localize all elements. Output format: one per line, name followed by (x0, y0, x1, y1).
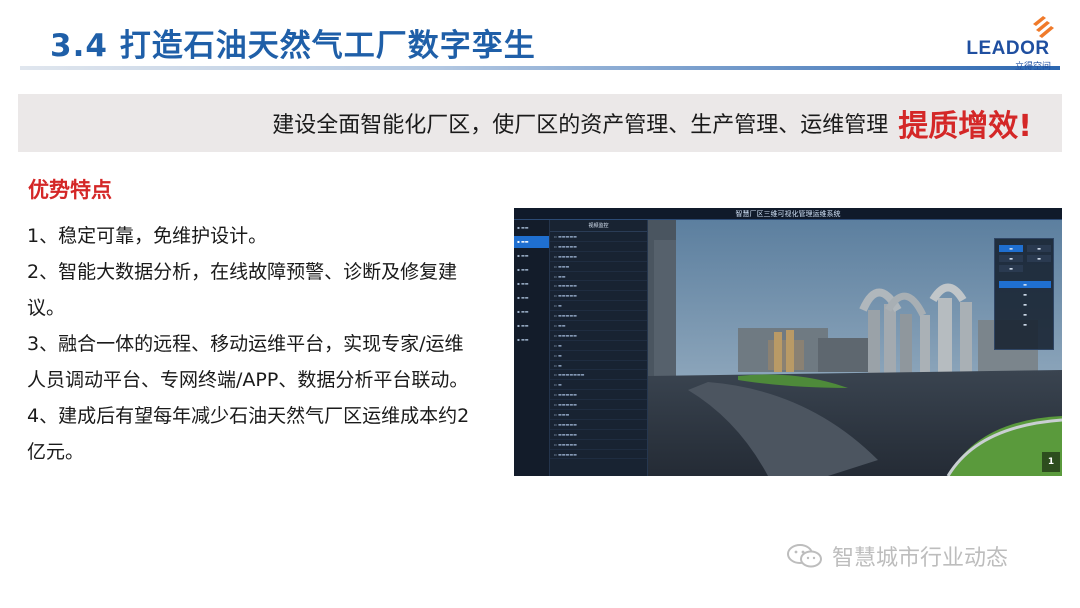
floor-tag: ▬ (1023, 292, 1027, 297)
watermark-text: 智慧城市行业动态 (832, 546, 1009, 571)
floor-tag: ▬ (999, 281, 1051, 288)
sidebar-item: ▪ ▬▬ (517, 225, 529, 230)
screenshot-counter: 1 (1042, 452, 1060, 472)
headline-banner: 建设全面智能化厂区，使厂区的资产管理、生产管理、运维管理 提质增效! (18, 94, 1062, 152)
sidebar-item: ▪ ▬▬ (517, 309, 529, 314)
screenshot-sidebar: ▪ ▬▬ ▪ ▬▬ ▪ ▬▬ ▪ ▬▬ ▪ ▬▬ ▪ ▬▬ ▪ ▬▬ ▪ ▬▬ … (514, 220, 550, 476)
wechat-icon (787, 544, 822, 568)
camera-list-item: ▫ ▬▬▬▬▬ (550, 242, 647, 252)
camera-list-item: ▫ ▬▬▬▬▬ (550, 400, 647, 411)
camera-list-item: ▫ ▬▬▬▬▬ (550, 420, 647, 430)
floor-tag: ▬ (1027, 255, 1051, 262)
screenshot-title: 智慧厂区三维可视化管理运维系统 (735, 210, 841, 218)
screenshot-titlebar: 智慧厂区三维可视化管理运维系统 (514, 208, 1062, 220)
logo-wordmark: LEADOR (966, 38, 1050, 59)
sidebar-item: ▪ ▬▬ (517, 323, 529, 328)
camera-list-item: ▫ ▬▬▬▬▬ (550, 450, 647, 460)
page-title: 3.4 打造石油天然气工厂数字孪生 (50, 28, 536, 64)
camera-list-item: ▫ ▬▬▬ (550, 262, 647, 272)
floor-tag: ▬ (1023, 302, 1027, 307)
camera-list-item: ▫ ▬▬▬▬▬ (550, 252, 647, 262)
logo-subtitle: 立得空间 (1014, 62, 1051, 72)
camera-list-item: ▫ ▬ (550, 380, 647, 391)
sidebar-item: ▪ ▬▬ (517, 267, 529, 272)
camera-list-item: ▫ ▬▬▬▬▬▬▬ (550, 370, 647, 381)
floor-selector-panel: ▬ ▬ ▬ ▬ ▬ ▬ ▬ ▬ ▬ ▬ (994, 238, 1054, 350)
camera-list-panel: 视频监控 ▫ ▬▬▬▬▬ ▫ ▬▬▬▬▬ ▫ ▬▬▬▬▬ ▫ ▬▬▬ ▫ ▬▬ … (550, 220, 648, 476)
list-item: 4、建成后有望每年减少石油天然气厂区运维成本约2亿元。 (27, 405, 470, 463)
system-screenshot: 智慧厂区三维可视化管理运维系统 ▪ ▬▬ ▪ ▬▬ ▪ ▬▬ ▪ ▬▬ ▪ ▬▬… (514, 208, 1062, 476)
floor-tag: ▬ (999, 245, 1023, 252)
watermark: 智慧城市行业动态 (786, 540, 1008, 572)
camera-list-item: ▫ ▬▬▬▬▬ (550, 232, 647, 242)
sidebar-item: ▪ ▬▬ (517, 253, 529, 258)
camera-list-item: ▫ ▬ (550, 341, 647, 351)
list-item: 3、融合一体的远程、移动运维平台，实现专家/运维人员调动平台、专网终端/APP、… (27, 333, 469, 391)
sidebar-item: ▪ ▬▬ (517, 295, 529, 300)
floor-tag: ▬ (999, 255, 1023, 262)
sidebar-item: ▪ ▬▬ (517, 337, 529, 342)
camera-list-item: ▫ ▬▬▬▬▬ (550, 440, 647, 450)
sidebar-item-active: ▪ ▬▬ (514, 236, 549, 248)
advantage-list: 1、稳定可靠，免维护设计。 2、智能大数据分析，在线故障预警、诊断及修复建议。 … (27, 218, 482, 470)
camera-list-item: ▫ ▬▬▬ (550, 410, 647, 420)
camera-list-item: ▫ ▬▬▬▬▬ (550, 281, 647, 292)
floor-tag: ▬ (999, 265, 1023, 272)
camera-list-item: ▫ ▬ (550, 351, 647, 361)
camera-list-item: ▫ ▬ (550, 361, 647, 371)
title-divider (20, 66, 1060, 70)
camera-list-header: 视频监控 (550, 220, 647, 232)
camera-list-item: ▫ ▬▬▬▬▬ (550, 291, 647, 302)
camera-list-item: ▫ ▬▬▬▬▬ (550, 331, 647, 341)
banner-text: 建设全面智能化厂区，使厂区的资产管理、生产管理、运维管理 (272, 113, 889, 138)
sidebar-item: ▪ ▬▬ (517, 281, 529, 286)
banner-highlight: 提质增效! (898, 109, 1032, 144)
floor-tag: ▬ (1027, 245, 1051, 252)
camera-list-item: ▫ ▬▬ (550, 272, 647, 282)
slide: 3.4 打造石油天然气工厂数字孪生 LEADOR 立得空间 建设全面智能化厂区，… (0, 0, 1080, 608)
floor-tag: ▬ (1023, 322, 1027, 327)
camera-list-item: ▫ ▬ (550, 301, 647, 312)
camera-list-item: ▫ ▬▬▬▬▬ (550, 390, 647, 401)
camera-list-item: ▫ ▬▬▬▬▬ (550, 311, 647, 322)
leador-logo: LEADOR 立得空间 (954, 14, 1062, 72)
section-title: 优势特点 (28, 178, 112, 202)
list-item: 2、智能大数据分析，在线故障预警、诊断及修复建议。 (27, 261, 458, 319)
camera-list-item: ▫ ▬▬ (550, 321, 647, 331)
list-item: 1、稳定可靠，免维护设计。 (27, 225, 268, 247)
camera-list-item: ▫ ▬▬▬▬▬ (550, 430, 647, 440)
floor-tag: ▬ (1023, 312, 1027, 317)
